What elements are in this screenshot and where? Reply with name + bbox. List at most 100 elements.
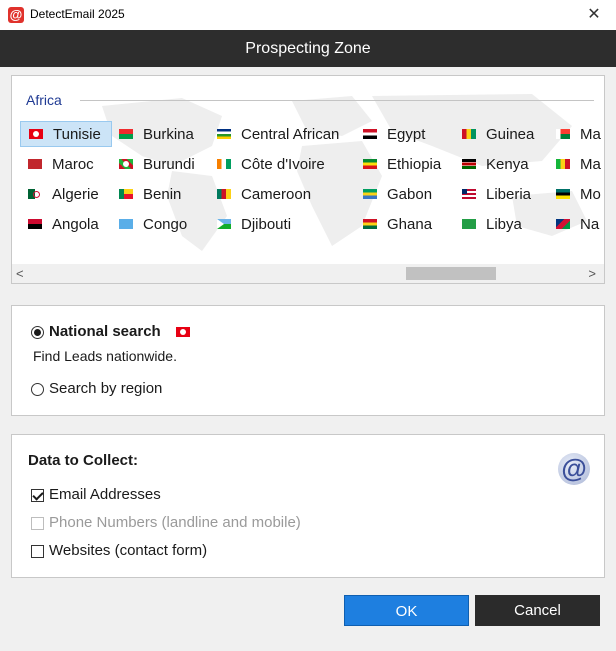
ethiopia-flag-icon [363, 159, 377, 169]
egypt-flag-icon [363, 129, 377, 139]
country-item-burundi[interactable]: Burundi [119, 151, 195, 177]
kenya-flag-icon [462, 159, 476, 169]
search-mode-panel: National search Find Leads nationwide. S… [11, 305, 605, 416]
country-item-ma-2[interactable]: Ma [556, 151, 601, 177]
scroll-right-icon[interactable]: > [588, 264, 596, 283]
country-label: Côte d'Ivoire [241, 155, 325, 173]
country-label: Egypt [387, 125, 426, 143]
country-item-djibouti[interactable]: Djibouti [217, 211, 291, 237]
email-at-icon: @ [558, 453, 590, 485]
region-label: Africa [26, 92, 62, 108]
region-search-label[interactable]: Search by region [49, 380, 162, 397]
country-label: Ma [580, 125, 601, 143]
country-label: Burkina [143, 125, 194, 143]
country-label: Benin [143, 185, 182, 203]
liberia-flag-icon [462, 189, 476, 199]
country-item-kenya[interactable]: Kenya [462, 151, 529, 177]
country-label: Gabon [387, 185, 433, 203]
page-title: Prospecting Zone [0, 30, 616, 67]
country-item-angola[interactable]: Angola [28, 211, 99, 237]
country-item-tunisie[interactable]: Tunisie [20, 121, 112, 147]
country-label: Djibouti [241, 215, 292, 233]
country-item-algerie[interactable]: Algerie [28, 181, 99, 207]
country-item-na[interactable]: Na [556, 211, 599, 237]
country-item-burkina[interactable]: Burkina [119, 121, 194, 147]
guinea-flag-icon [462, 129, 476, 139]
websites-checkbox[interactable] [31, 545, 44, 558]
national-search-description: Find Leads nationwide. [33, 348, 177, 364]
data-collect-panel: Data to Collect: @ Email Addresses Phone… [11, 434, 605, 578]
country-item-ma-1[interactable]: Ma [556, 121, 601, 147]
country-label: Ethiopia [387, 155, 442, 173]
tunisia-flag-icon [176, 327, 190, 337]
horizontal-scrollbar[interactable]: < > [12, 264, 604, 283]
country-label: Ghana [387, 215, 433, 233]
country-item-ethiopia[interactable]: Ethiopia [363, 151, 441, 177]
country-item-gabon[interactable]: Gabon [363, 181, 432, 207]
window-title: DetectEmail 2025 [30, 7, 125, 21]
country-label: Guinea [486, 125, 535, 143]
country-item-central-african[interactable]: Central African [217, 121, 339, 147]
country-item-maroc[interactable]: Maroc [28, 151, 94, 177]
national-search-radio[interactable] [31, 326, 44, 339]
country-label: Libya [486, 215, 522, 233]
scrollbar-thumb[interactable] [406, 267, 496, 280]
country-item-cote-divoire[interactable]: Côte d'Ivoire [217, 151, 325, 177]
congo-flag-icon [119, 219, 133, 229]
scroll-left-icon[interactable]: < [16, 264, 24, 283]
tunisia-flag-icon [29, 129, 43, 139]
country-item-ghana[interactable]: Ghana [363, 211, 432, 237]
country-label: Kenya [486, 155, 529, 173]
gabon-flag-icon [363, 189, 377, 199]
mali-flag-icon [556, 159, 570, 169]
burundi-flag-icon [119, 159, 133, 169]
country-label: Tunisie [53, 125, 101, 143]
djibouti-flag-icon [217, 219, 231, 229]
country-label: Angola [52, 215, 99, 233]
morocco-flag-icon [28, 159, 42, 169]
ok-button[interactable]: OK [344, 595, 469, 626]
phone-numbers-label: Phone Numbers (landline and mobile) [49, 514, 301, 531]
cameroon-flag-icon [217, 189, 231, 199]
country-item-guinea[interactable]: Guinea [462, 121, 534, 147]
country-label: Na [580, 215, 600, 233]
national-search-label[interactable]: National search [49, 323, 161, 340]
country-label: Maroc [52, 155, 94, 173]
country-item-libya[interactable]: Libya [462, 211, 522, 237]
algeria-flag-icon [28, 189, 42, 199]
country-label: Burundi [143, 155, 195, 173]
app-logo-icon: @ [8, 7, 24, 23]
central-african-flag-icon [217, 129, 231, 139]
country-label: Congo [143, 215, 188, 233]
cote-divoire-flag-icon [217, 159, 231, 169]
country-item-mo[interactable]: Mo [556, 181, 601, 207]
country-item-cameroon[interactable]: Cameroon [217, 181, 311, 207]
burkina-flag-icon [119, 129, 133, 139]
region-search-radio[interactable] [31, 383, 44, 396]
countries-panel: Africa Tunisie Burkina Central African E… [11, 75, 605, 284]
websites-label[interactable]: Websites (contact form) [49, 542, 207, 559]
close-icon[interactable]: ✕ [582, 3, 606, 27]
namibia-flag-icon [556, 219, 570, 229]
email-addresses-checkbox[interactable] [31, 489, 44, 502]
country-label: Central African [241, 125, 340, 143]
ghana-flag-icon [363, 219, 377, 229]
country-item-congo[interactable]: Congo [119, 211, 187, 237]
benin-flag-icon [119, 189, 133, 199]
country-label: Liberia [486, 185, 532, 203]
country-label: Mo [580, 185, 601, 203]
country-label: Cameroon [241, 185, 312, 203]
libya-flag-icon [462, 219, 476, 229]
email-addresses-label[interactable]: Email Addresses [49, 486, 161, 503]
country-item-egypt[interactable]: Egypt [363, 121, 425, 147]
country-label: Ma [580, 155, 601, 173]
country-item-benin[interactable]: Benin [119, 181, 181, 207]
angola-flag-icon [28, 219, 42, 229]
data-collect-title: Data to Collect: [28, 452, 139, 469]
title-bar: @ DetectEmail 2025 ✕ [0, 0, 616, 30]
region-divider [80, 100, 594, 101]
phone-numbers-checkbox [31, 517, 44, 530]
cancel-button[interactable]: Cancel [475, 595, 600, 626]
country-item-liberia[interactable]: Liberia [462, 181, 531, 207]
mozambique-flag-icon [556, 189, 570, 199]
